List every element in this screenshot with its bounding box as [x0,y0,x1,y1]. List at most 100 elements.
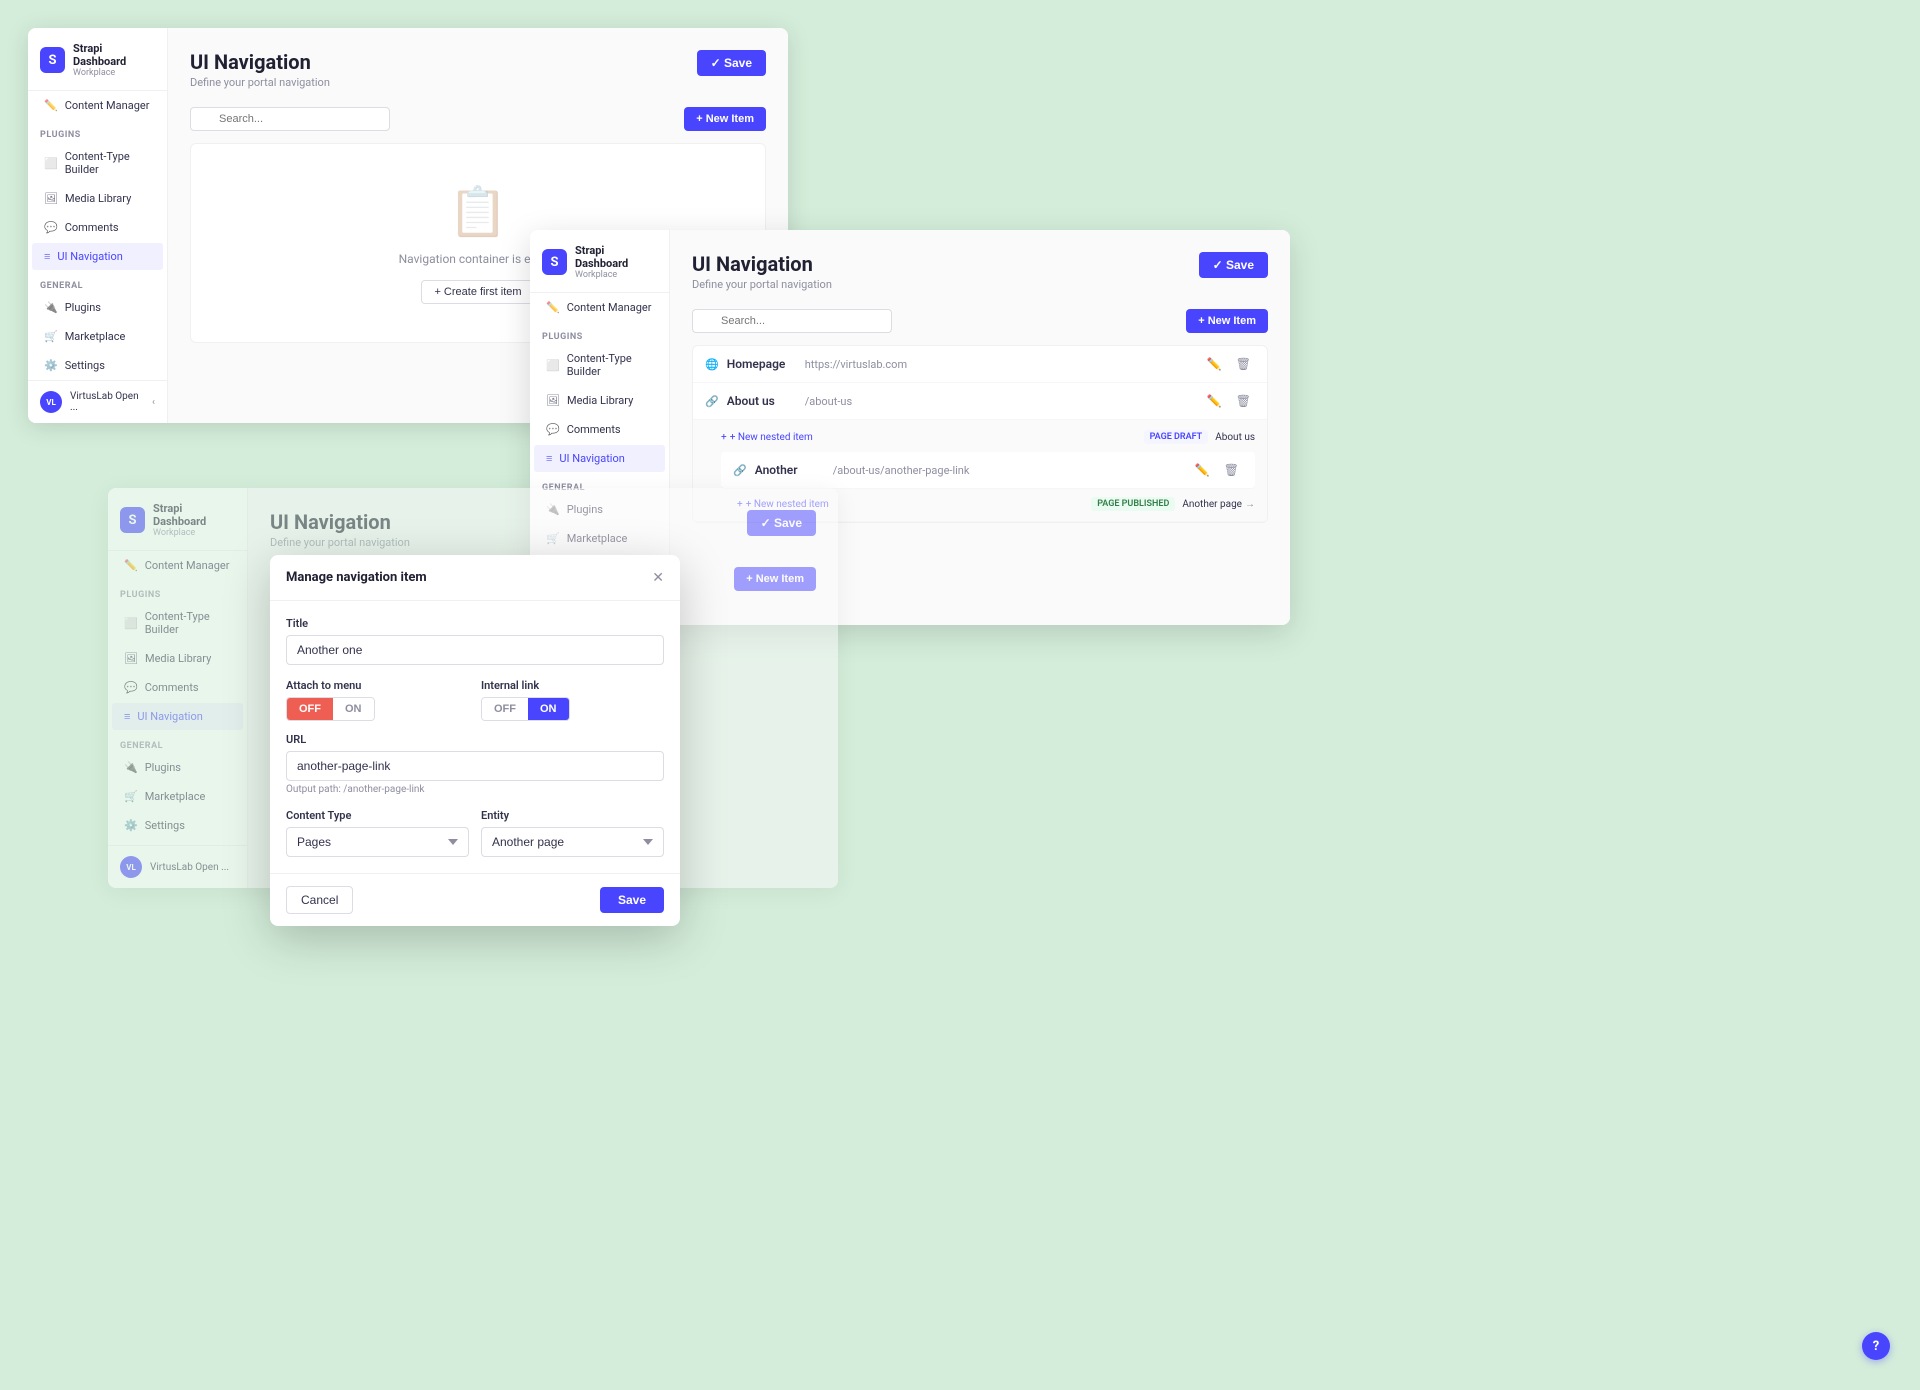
modal-dialog: Manage navigation item ✕ Title Attach to… [270,555,680,926]
content-type-builder-icon: ⬜ [44,157,58,170]
form-row-content: Content Type Pages Entity Another page [286,809,664,857]
modal-body: Title Attach to menu OFF ON Internal lin… [270,601,680,873]
sidebar-item-ui-navigation[interactable]: ≡ UI Navigation [32,243,163,270]
form-row-toggles: Attach to menu OFF ON Internal link OFF … [286,679,664,721]
another-page-link: Another page [1182,499,1242,510]
add-nested-another-plus: + [737,499,743,510]
page-title-1: UI Navigation [190,50,330,74]
sidebar-2-content-manager[interactable]: ✏️ Content Manager [534,294,665,321]
sidebar-item-marketplace[interactable]: 🛒 Marketplace [32,323,163,350]
modal-save-button[interactable]: Save [600,887,664,913]
about-us-name: About us [727,394,797,408]
output-path-hint: Output path: /another-page-link [286,784,664,795]
save-button-1[interactable]: ✓ Save [697,50,766,76]
another-actions: ✏️ 🗑 [1191,461,1243,479]
new-item-button-1[interactable]: + New Item [684,107,766,131]
ml-icon-2: 🖼 [546,394,560,407]
sidebar-3: S Strapi Dashboard Workplace ✏️ Content … [108,488,248,888]
sidebar-2-marketplace[interactable]: 🛒 Marketplace [534,525,665,552]
url-label: URL [286,733,664,746]
internal-off-button[interactable]: OFF [482,698,528,720]
sidebar-2-media-library[interactable]: 🖼 Media Library [534,387,665,414]
app-name: Strapi Dashboard [73,42,155,68]
collapse-icon[interactable]: ‹ [152,397,155,408]
sidebar-2-comments[interactable]: 💬 Comments [534,416,665,443]
url-input[interactable] [286,751,664,781]
logo-icon-2: S [542,249,567,275]
marketplace-icon-2: 🛒 [546,532,560,545]
create-first-item-button[interactable]: + Create first item [421,280,534,304]
about-us-icon: 🔗 [705,395,719,408]
logo-area-2: S Strapi Dashboard Workplace [530,230,669,293]
entity-select[interactable]: Another page [481,827,664,857]
content-type-select[interactable]: Pages [286,827,469,857]
sidebar-2-ui-navigation[interactable]: ≡ UI Navigation [534,445,665,472]
sidebar-item-settings[interactable]: ⚙️ Settings [32,352,163,379]
s3-content-manager: ✏️ Content Manager [112,552,243,579]
another-delete-button[interactable]: 🗑 [1220,461,1243,479]
homepage-url: https://virtuslab.com [805,358,1195,371]
general-section-label: GENERAL [28,271,167,293]
another-icon: 🔗 [733,464,747,477]
plugins-icon: 🔌 [44,301,58,314]
another-edit-button[interactable]: ✏️ [1191,461,1214,479]
about-us-edit-button[interactable]: ✏️ [1203,392,1226,410]
entity-label: Entity [481,809,664,822]
app-name-3: Strapi Dashboard [153,502,235,528]
empty-state-icon: 📋 [448,183,508,240]
form-group-title: Title [286,617,664,665]
homepage-delete-button[interactable]: 🗑 [1232,355,1255,373]
search-input-2[interactable] [692,309,892,333]
about-us-nested: + + New nested item PAGE DRAFT About us … [693,420,1267,522]
another-name: Another [755,463,825,477]
help-button[interactable]: ? [1862,1332,1890,1360]
title-input[interactable] [286,635,664,665]
comments-icon-2: 💬 [546,423,560,436]
attach-off-button[interactable]: OFF [287,698,333,720]
s3-footer: VL VirtusLab Open ... [108,845,247,888]
modal-footer: Cancel Save [270,873,680,926]
search-wrap-1 [190,107,390,131]
attach-toggle: OFF ON [286,697,375,721]
app-name-2: Strapi Dashboard [575,244,657,270]
page-title-2: UI Navigation [692,252,832,276]
sidebar-1: S Strapi Dashboard Workplace ✏️ Content … [28,28,168,423]
attach-on-button[interactable]: ON [333,698,374,720]
about-us-delete-button[interactable]: 🗑 [1232,392,1255,410]
sidebar-item-content-type-builder[interactable]: ⬜ Content-Type Builder [32,143,163,183]
draft-badge: PAGE DRAFT [1144,430,1209,444]
sidebar-item-plugins[interactable]: 🔌 Plugins [32,294,163,321]
add-nested-another[interactable]: + + New nested item PAGE PUBLISHED Anoth… [721,493,1255,515]
s3-ml: 🖼Media Library [112,645,243,672]
cancel-button[interactable]: Cancel [286,886,353,914]
page-subtitle-1: Define your portal navigation [190,76,330,89]
logo-icon: S [40,47,65,73]
form-group-url: URL Output path: /another-page-link [286,733,664,795]
add-nested-about-us[interactable]: + + New nested item PAGE DRAFT About us [721,426,1255,448]
sidebar-item-media-library[interactable]: 🖼 Media Library [32,185,163,212]
search-input-1[interactable] [190,107,390,131]
main-content-2: UI Navigation Define your portal navigat… [670,230,1290,625]
attach-label: Attach to menu [286,679,469,692]
user-name: VirtusLab Open ... [70,391,144,413]
sidebar-item-content-manager[interactable]: ✏️ Content Manager [32,92,163,119]
user-avatar: VL [40,391,62,413]
internal-on-button[interactable]: ON [528,698,569,720]
sidebar-2-content-type-builder[interactable]: ⬜ Content-Type Builder [534,345,665,385]
workspace-2: Workplace [575,270,657,280]
about-us-page-link: About us [1215,432,1255,443]
save-button-2[interactable]: ✓ Save [1199,252,1268,278]
homepage-icon: 🌐 [705,358,719,371]
general-label-2: GENERAL [530,473,669,495]
homepage-edit-button[interactable]: ✏️ [1203,355,1226,373]
sidebar-item-comments[interactable]: 💬 Comments [32,214,163,241]
new-item-button-2[interactable]: + New Item [1186,309,1268,333]
modal-close-button[interactable]: ✕ [652,569,664,586]
sidebar-2-plugins[interactable]: 🔌 Plugins [534,496,665,523]
toolbar-2: + New Item [692,309,1268,333]
nav-items-list: 🌐 Homepage https://virtuslab.com ✏️ 🗑 🔗 … [692,345,1268,523]
sidebar-footer: VL VirtusLab Open ... ‹ [28,380,167,423]
settings-icon: ⚙️ [44,359,58,372]
media-library-icon: 🖼 [44,192,58,205]
ui-nav-icon-2: ≡ [546,452,552,465]
